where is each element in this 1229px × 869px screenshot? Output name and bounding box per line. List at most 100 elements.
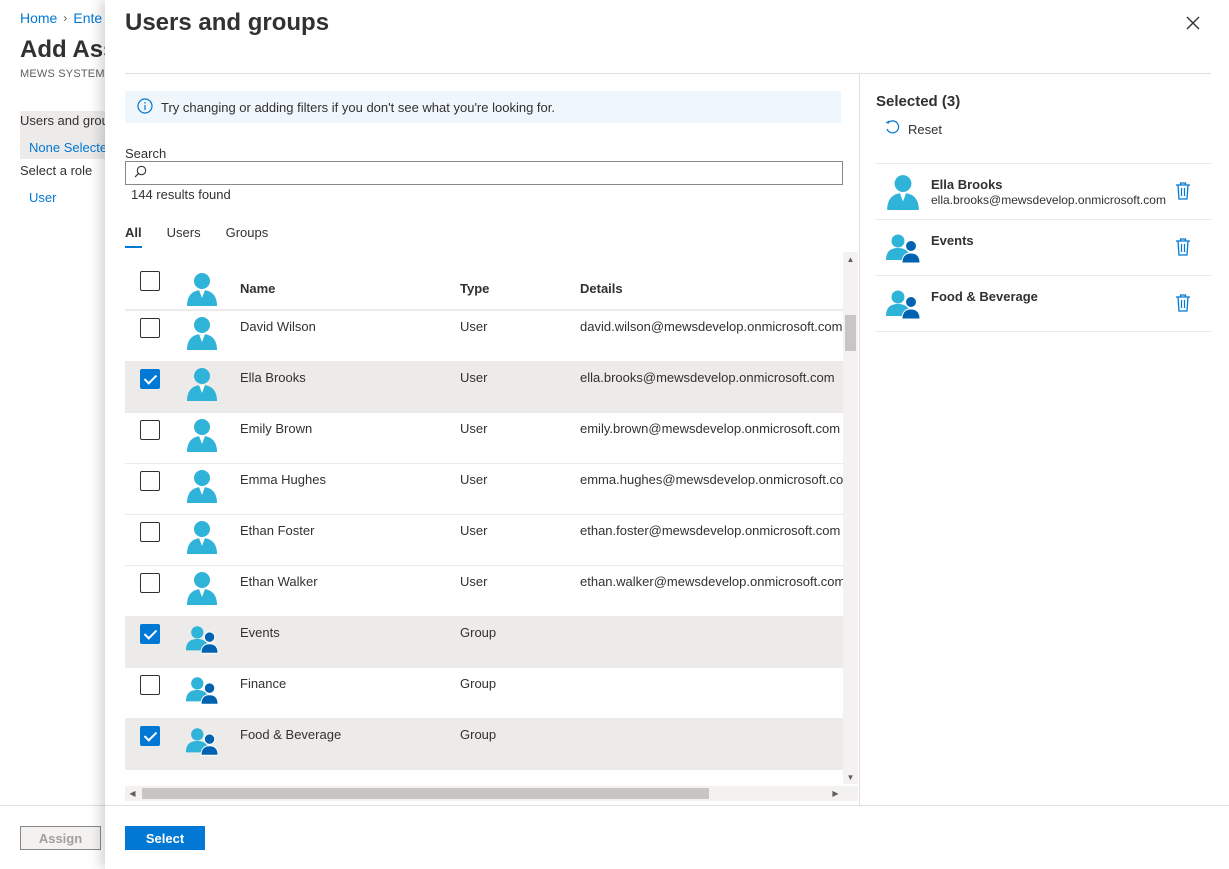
scroll-left-icon[interactable]: ◀ xyxy=(125,786,140,801)
selected-list: Ella Brooks ella.brooks@mewsdevelop.onmic… xyxy=(875,163,1211,332)
selected-name: Food & Beverage xyxy=(931,289,1038,304)
row-type: User xyxy=(460,472,488,487)
row-checkbox[interactable] xyxy=(140,369,160,389)
user-icon xyxy=(885,173,921,211)
search-input[interactable] xyxy=(151,163,842,183)
select-button[interactable]: Select xyxy=(125,826,205,850)
role-value[interactable]: User xyxy=(29,190,56,205)
row-type: User xyxy=(460,574,488,589)
horizontal-scroll-thumb[interactable] xyxy=(142,788,709,799)
vertical-scroll-thumb[interactable] xyxy=(845,315,856,351)
tab-all[interactable]: All xyxy=(125,225,142,248)
table-row[interactable]: Ella Brooks User ella.brooks@mewsdevelop.o… xyxy=(125,362,843,413)
table-row[interactable]: Food & Beverage Group xyxy=(125,719,843,770)
selected-item: Food & Beverage xyxy=(875,276,1211,332)
selected-title: Selected (3) xyxy=(876,93,961,110)
table-row[interactable]: David Wilson User david.wilson@mewsdevelop… xyxy=(125,311,843,362)
row-checkbox[interactable] xyxy=(140,420,160,440)
table-row[interactable]: Events Group xyxy=(125,617,843,668)
table-row[interactable]: Emma Hughes User emma.hughes@mewsdevelop.o… xyxy=(125,464,843,515)
row-name: Ella Brooks xyxy=(240,370,306,385)
selected-item: Ella Brooks ella.brooks@mewsdevelop.onmic… xyxy=(875,164,1211,220)
row-name: Ethan Foster xyxy=(240,523,315,538)
breadcrumb-enterprise[interactable]: Ente xyxy=(73,10,102,26)
row-name: David Wilson xyxy=(240,319,316,334)
row-details: ella.brooks@mewsdevelop.onmicrosoft.com xyxy=(580,370,835,385)
table-row[interactable]: Ethan Walker User ethan.walker@mewsdevelop… xyxy=(125,566,843,617)
user-icon xyxy=(185,519,219,555)
row-name: Ethan Walker xyxy=(240,574,318,589)
row-checkbox[interactable] xyxy=(140,573,160,593)
panel-title: Users and groups xyxy=(125,9,330,36)
group-icon xyxy=(885,229,921,267)
table-row-partial[interactable] xyxy=(125,271,843,311)
trash-icon[interactable] xyxy=(1174,237,1192,257)
scroll-up-icon[interactable]: ▲ xyxy=(843,252,858,266)
row-name: Food & Beverage xyxy=(240,727,342,742)
reset-button[interactable]: Reset xyxy=(884,120,942,139)
selected-item: Events xyxy=(875,220,1211,276)
group-icon xyxy=(885,285,921,323)
scroll-down-icon[interactable]: ▼ xyxy=(843,770,858,784)
row-checkbox[interactable] xyxy=(140,271,160,291)
reset-icon xyxy=(884,120,900,139)
users-groups-section[interactable]: Users and grou None Selecte xyxy=(20,111,110,159)
search-icon xyxy=(134,165,147,181)
panel-footer-divider xyxy=(105,805,1229,806)
filter-tabs: All Users Groups xyxy=(125,225,293,248)
table-row[interactable]: Emily Brown User emily.brown@mewsdevelop.o… xyxy=(125,413,843,464)
user-icon xyxy=(185,366,219,402)
row-checkbox[interactable] xyxy=(140,624,160,644)
row-checkbox[interactable] xyxy=(140,318,160,338)
table-body: David Wilson User david.wilson@mewsdevelop… xyxy=(125,271,843,770)
row-name: Emma Hughes xyxy=(240,472,326,487)
row-details: emma.hughes@mewsdevelop.onmicrosoft.com xyxy=(580,472,843,487)
info-text: Try changing or adding filters if you do… xyxy=(161,99,555,115)
row-checkbox[interactable] xyxy=(140,726,160,746)
users-groups-label: Users and grou xyxy=(20,113,109,128)
selected-email: ella.brooks@mewsdevelop.onmicrosoft.com xyxy=(931,193,1166,207)
trash-icon[interactable] xyxy=(1174,293,1192,313)
row-name: Emily Brown xyxy=(240,421,313,436)
row-checkbox[interactable] xyxy=(140,471,160,491)
row-type: User xyxy=(460,421,488,436)
row-name: Events xyxy=(240,625,280,640)
scroll-right-icon[interactable]: ▶ xyxy=(828,786,843,801)
row-type: User xyxy=(460,370,488,385)
trash-icon[interactable] xyxy=(1174,181,1192,201)
assign-button[interactable]: Assign xyxy=(20,826,101,850)
row-checkbox[interactable] xyxy=(140,522,160,542)
row-checkbox[interactable] xyxy=(140,675,160,695)
search-box[interactable] xyxy=(125,161,843,185)
user-icon xyxy=(185,468,219,504)
user-icon xyxy=(185,271,219,307)
row-type: User xyxy=(460,523,488,538)
row-type: Group xyxy=(460,676,497,691)
group-icon xyxy=(185,621,219,657)
vertical-scrollbar[interactable]: ▲ ▼ xyxy=(843,252,858,784)
search-label: Search xyxy=(125,146,167,161)
group-icon xyxy=(185,723,219,759)
selected-name: Ella Brooks xyxy=(931,177,1003,192)
group-icon xyxy=(185,672,219,708)
results-table: Name Type Details David Wilson User david.… xyxy=(125,252,858,800)
close-icon[interactable] xyxy=(1183,13,1203,33)
results-count: 144 results found xyxy=(131,187,231,202)
table-row[interactable]: Finance Group xyxy=(125,668,843,719)
role-label: Select a role xyxy=(20,163,93,178)
tab-users[interactable]: Users xyxy=(167,225,201,246)
page-subtitle: MEWS SYSTEMS xyxy=(20,68,113,80)
breadcrumb-home[interactable]: Home xyxy=(20,10,57,26)
row-details: david.wilson@mewsdevelop.onmicrosoft.com xyxy=(580,319,843,334)
table-row[interactable]: Ethan Foster User ethan.foster@mewsdevelop… xyxy=(125,515,843,566)
row-details: ethan.walker@mewsdevelop.onmicrosoft.com xyxy=(580,574,843,589)
page-title: Add Ass xyxy=(20,36,117,63)
selected-name: Events xyxy=(931,233,974,248)
row-type: Group xyxy=(460,625,497,640)
row-name: Finance xyxy=(240,676,287,691)
horizontal-scrollbar[interactable]: ◀ ▶ xyxy=(125,786,843,801)
tab-groups[interactable]: Groups xyxy=(226,225,269,246)
user-icon xyxy=(185,417,219,453)
chevron-right-icon: › xyxy=(63,11,68,25)
users-groups-value[interactable]: None Selecte xyxy=(29,140,107,155)
